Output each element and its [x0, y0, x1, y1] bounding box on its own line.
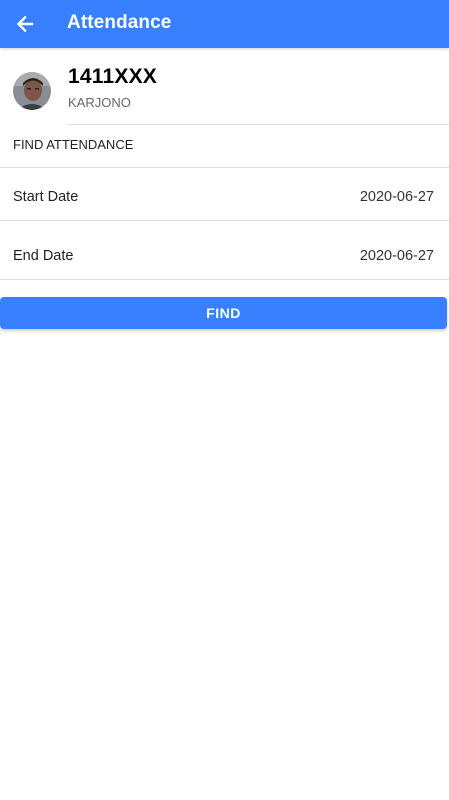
toolbar: Attendance — [0, 0, 449, 48]
end-date-value[interactable]: 2020-06-27 — [360, 248, 434, 264]
arrow-left-icon — [16, 15, 34, 33]
start-date-value[interactable]: 2020-06-27 — [360, 189, 434, 205]
section-header: FIND ATTENDANCE — [0, 125, 449, 168]
start-date-label: Start Date — [13, 189, 79, 205]
employee-name: KARJONO — [68, 95, 131, 110]
find-button[interactable]: FIND — [0, 297, 447, 329]
page-title: Attendance — [67, 12, 172, 33]
back-button[interactable] — [10, 9, 40, 39]
start-date-field[interactable]: Start Date 2020-06-27 — [0, 168, 449, 221]
profile-header: 1411XXX KARJONO — [0, 48, 449, 125]
app-screen: Attendance 1411XXX KARJONO FIND ATTENDAN… — [0, 0, 449, 800]
section-title: FIND ATTENDANCE — [13, 137, 134, 152]
end-date-label: End Date — [13, 248, 74, 264]
avatar — [13, 72, 51, 110]
end-date-field[interactable]: End Date 2020-06-27 — [0, 220, 449, 280]
employee-id: 1411XXX — [68, 65, 157, 88]
